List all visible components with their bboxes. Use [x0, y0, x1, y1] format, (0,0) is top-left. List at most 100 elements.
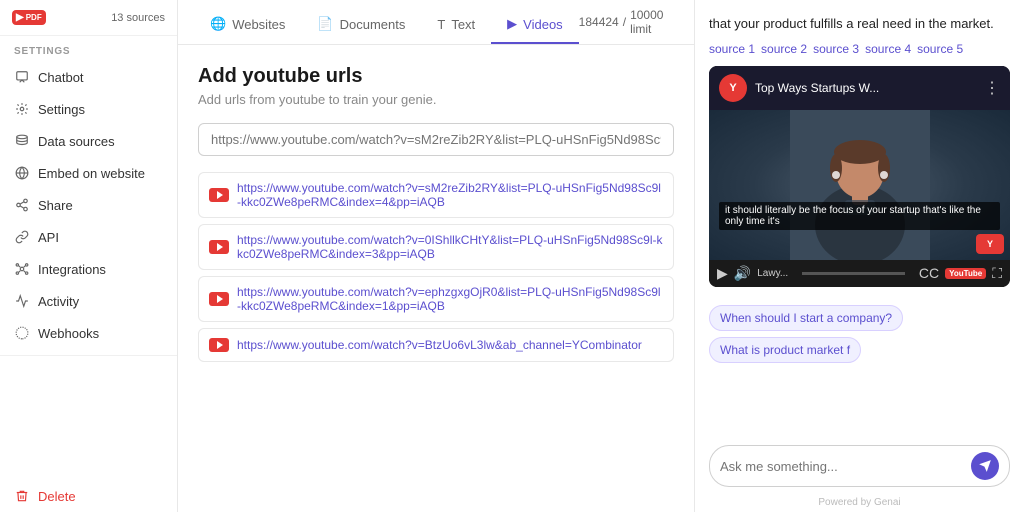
video-menu-icon[interactable]: ⋮	[984, 78, 1000, 98]
sidebar-item-delete-label: Delete	[38, 489, 76, 504]
tab-websites-label: Websites	[232, 17, 285, 32]
sources-count: 13 sources	[111, 12, 165, 24]
sidebar-item-activity[interactable]: Activity	[0, 285, 177, 317]
counter-separator: /	[623, 15, 626, 29]
counter-limit: 10000 limit	[630, 8, 678, 36]
doc-icon: 📄	[317, 16, 333, 32]
source-link-3[interactable]: source 3	[813, 42, 859, 56]
page-subtitle: Add urls from youtube to train your geni…	[198, 92, 674, 107]
sidebar-item-share-label: Share	[38, 198, 73, 213]
suggestion-chip-2[interactable]: What is product market f	[709, 337, 861, 363]
source-link-4[interactable]: source 4	[865, 42, 911, 56]
sidebar-item-embed-label: Embed on website	[38, 166, 145, 181]
sidebar-item-chatbot-label: Chatbot	[38, 70, 84, 85]
sidebar-item-embed[interactable]: Embed on website	[0, 157, 177, 189]
chat-response: that your product fulfills a real need i…	[695, 0, 1024, 42]
video-header: Y Top Ways Startups W... ⋮	[709, 66, 1010, 110]
source-link-2[interactable]: source 2	[761, 42, 807, 56]
sidebar-item-api[interactable]: API	[0, 221, 177, 253]
tab-text[interactable]: T Text	[421, 7, 491, 44]
yt-corner-logo: Y	[976, 234, 1004, 254]
logo-badge: ▶ PDF	[12, 10, 46, 25]
url-item-1[interactable]: https://www.youtube.com/watch?v=sM2reZib…	[198, 172, 674, 218]
suggestion-chip-1[interactable]: When should I start a company?	[709, 305, 903, 331]
youtube-icon-3	[209, 291, 229, 307]
sidebar-item-data-sources-label: Data sources	[38, 134, 115, 149]
url-input[interactable]	[198, 123, 674, 156]
powered-by: Powered by Genai	[695, 493, 1024, 512]
progress-bar[interactable]	[802, 272, 905, 275]
webhooks-icon	[14, 325, 30, 341]
source-link-5[interactable]: source 5	[917, 42, 963, 56]
sidebar-divider	[0, 355, 177, 356]
sidebar-item-webhooks-label: Webhooks	[38, 326, 99, 341]
share-icon	[14, 197, 30, 213]
video-subtitle-bar: it should literally be the focus of your…	[719, 202, 1000, 230]
video-controls: ▶ 🔊 Lawy... CC YouTube ⛶	[709, 260, 1010, 287]
volume-icon[interactable]: 🔊	[734, 265, 751, 282]
sidebar-item-share[interactable]: Share	[0, 189, 177, 221]
sidebar-item-webhooks[interactable]: Webhooks	[0, 317, 177, 349]
logo-pdf: PDF	[26, 13, 42, 22]
sidebar-item-integrations-label: Integrations	[38, 262, 106, 277]
settings-icon	[14, 101, 30, 117]
tabs-bar: 🌐 Websites 📄 Documents T Text ▶ Videos 1…	[178, 0, 694, 45]
source-links: source 1 source 2 source 3 source 4 sour…	[695, 42, 1024, 66]
sidebar-item-data-sources[interactable]: Data sources	[0, 125, 177, 157]
delete-icon	[14, 488, 30, 504]
settings-label: SETTINGS	[0, 36, 177, 61]
youtube-icon-1	[209, 187, 229, 203]
counter-area: 184424 / 10000 limit	[579, 0, 678, 44]
sidebar-item-chatbot[interactable]: Chatbot	[0, 61, 177, 93]
chat-input[interactable]	[720, 459, 971, 474]
content-area: Add youtube urls Add urls from youtube t…	[178, 45, 694, 512]
url-link-4[interactable]: https://www.youtube.com/watch?v=BtzUo6vL…	[237, 338, 642, 352]
embed-icon	[14, 165, 30, 181]
youtube-icon-2	[209, 239, 229, 255]
chat-send-button[interactable]	[971, 452, 999, 480]
url-link-3[interactable]: https://www.youtube.com/watch?v=ephzgxgO…	[237, 285, 663, 313]
url-list: https://www.youtube.com/watch?v=sM2reZib…	[198, 172, 674, 362]
api-icon	[14, 229, 30, 245]
sidebar: ▶ PDF 13 sources SETTINGS Chatbot Settin…	[0, 0, 178, 512]
chat-suggestions: When should I start a company? What is p…	[695, 297, 1024, 371]
sidebar-item-api-label: API	[38, 230, 59, 245]
counter-value: 184424	[579, 15, 619, 29]
url-item-4[interactable]: https://www.youtube.com/watch?v=BtzUo6vL…	[198, 328, 674, 362]
data-sources-icon	[14, 133, 30, 149]
video-controls-left: ▶ 🔊 Lawy...	[717, 265, 788, 282]
sidebar-item-settings-label: Settings	[38, 102, 85, 117]
globe-icon: 🌐	[210, 16, 226, 32]
url-link-2[interactable]: https://www.youtube.com/watch?v=0IShllkC…	[237, 233, 663, 261]
tab-documents-label: Documents	[340, 17, 406, 32]
yt-logo-circle: Y	[719, 74, 747, 102]
video-thumbnail[interactable]: it should literally be the focus of your…	[709, 110, 1010, 260]
fullscreen-button[interactable]: ⛶	[992, 265, 1002, 282]
chat-input-row	[709, 445, 1010, 487]
page-title: Add youtube urls	[198, 65, 674, 88]
source-link-1[interactable]: source 1	[709, 42, 755, 56]
sidebar-item-delete[interactable]: Delete	[0, 480, 177, 512]
play-button[interactable]: ▶	[717, 265, 728, 282]
tab-videos[interactable]: ▶ Videos	[491, 6, 579, 44]
progress-area	[794, 272, 913, 275]
youtube-logo-ctrl: YouTube	[945, 268, 986, 279]
tab-text-label: Text	[451, 17, 475, 32]
tab-documents[interactable]: 📄 Documents	[301, 6, 421, 44]
video-icon: ▶	[507, 16, 517, 32]
url-link-1[interactable]: https://www.youtube.com/watch?v=sM2reZib…	[237, 181, 663, 209]
sidebar-header: ▶ PDF 13 sources	[0, 0, 177, 36]
tab-websites[interactable]: 🌐 Websites	[194, 6, 301, 44]
integrations-icon	[14, 261, 30, 277]
sidebar-item-settings[interactable]: Settings	[0, 93, 177, 125]
sidebar-item-integrations[interactable]: Integrations	[0, 253, 177, 285]
cc-button[interactable]: CC	[919, 265, 939, 281]
video-card-title: Top Ways Startups W...	[755, 81, 879, 95]
url-item-3[interactable]: https://www.youtube.com/watch?v=ephzgxgO…	[198, 276, 674, 322]
logo-text: ▶	[16, 12, 24, 23]
chatbot-icon	[14, 69, 30, 85]
video-controls-right: CC YouTube ⛶	[919, 265, 1002, 282]
video-person-area	[709, 110, 1010, 260]
right-panel: that your product fulfills a real need i…	[694, 0, 1024, 512]
url-item-2[interactable]: https://www.youtube.com/watch?v=0IShllkC…	[198, 224, 674, 270]
